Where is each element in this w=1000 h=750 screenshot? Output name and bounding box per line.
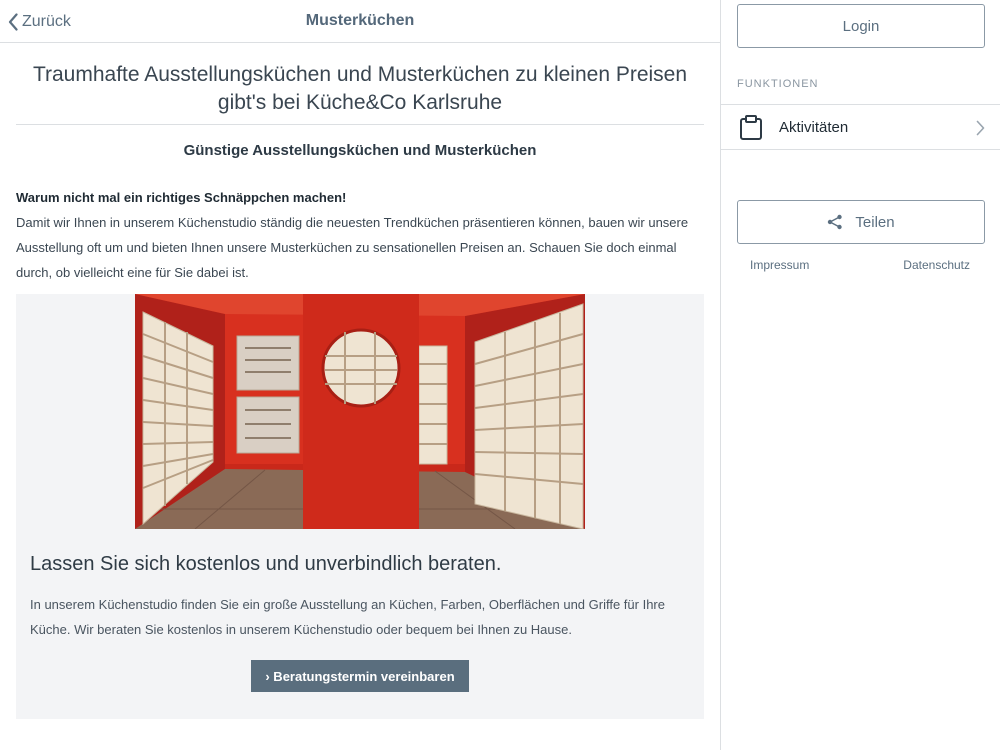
activities-item[interactable]: Aktivitäten: [721, 104, 1000, 150]
chevron-right-icon: [976, 120, 985, 136]
activities-label: Aktivitäten: [779, 119, 849, 136]
sidebar: Login FUNKTIONEN Aktivitäten Teilen Impr…: [720, 0, 1000, 750]
consultation-panel: Lassen Sie sich kostenlos und unverbindl…: [16, 294, 704, 719]
intro-title: Warum nicht mal ein richtiges Schnäppche…: [16, 190, 347, 205]
impressum-link[interactable]: Impressum: [750, 258, 809, 272]
intro-block: Warum nicht mal ein richtiges Schnäppche…: [16, 185, 706, 285]
divider: [16, 124, 704, 125]
datenschutz-link[interactable]: Datenschutz: [903, 258, 970, 272]
login-button[interactable]: Login: [737, 4, 985, 48]
showroom-image: [135, 294, 585, 529]
panel-text: In unserem Küchenstudio finden Sie ein g…: [30, 597, 665, 637]
share-icon: [828, 214, 843, 230]
headline: Traumhafte Ausstellungsküchen und Muster…: [32, 63, 688, 114]
top-navbar: Zurück Musterküchen: [0, 0, 720, 43]
intro-text: Damit wir Ihnen in unserem Küchenstudio …: [16, 215, 689, 280]
panel-title: Lassen Sie sich kostenlos und unverbindl…: [30, 553, 502, 575]
page-title: Musterküchen: [305, 12, 415, 29]
section-label: FUNKTIONEN: [737, 78, 819, 90]
share-label: Teilen: [855, 213, 895, 231]
share-button[interactable]: Teilen: [737, 200, 985, 244]
subheadline: Günstige Ausstellungsküchen und Musterkü…: [183, 142, 537, 159]
appointment-button[interactable]: › Beratungstermin vereinbaren: [251, 660, 469, 692]
clipboard-icon: [740, 115, 762, 140]
main-content: Zurück Musterküchen Traumhafte Ausstellu…: [0, 0, 720, 750]
